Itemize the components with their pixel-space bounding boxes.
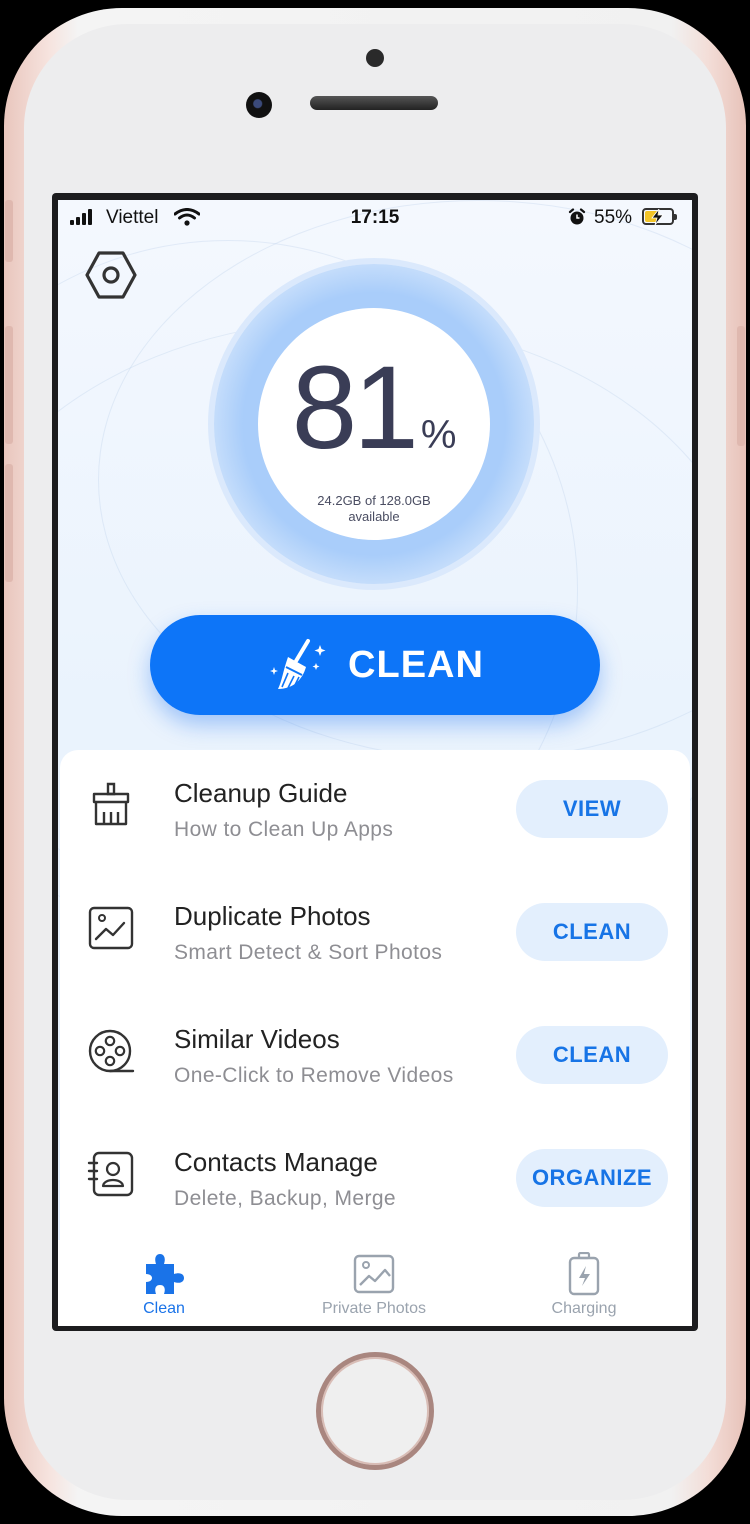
list-item-subtitle: One-Click to Remove Videos [174, 1064, 454, 1087]
contacts-icon [87, 1151, 134, 1197]
list-item-title: Duplicate Photos [174, 901, 371, 931]
tab-private-photos[interactable]: Private Photos [274, 1252, 474, 1318]
proximity-sensor [366, 49, 384, 67]
clean-photos-button[interactable]: CLEAN [516, 903, 668, 961]
list-item-contacts-manage[interactable]: Contacts Manage Delete, Backup, Merge OR… [60, 1119, 690, 1229]
list-item-title: Cleanup Guide [174, 778, 348, 808]
photo-icon [88, 906, 134, 950]
storage-percent-value: 81 [291, 342, 419, 474]
power-button [737, 326, 745, 446]
broom-icon [92, 782, 130, 826]
list-item-subtitle: Smart Detect & Sort Photos [174, 941, 443, 964]
settings-hexagon-icon[interactable] [84, 248, 138, 302]
list-item-cleanup-guide[interactable]: Cleanup Guide How to Clean Up Apps VIEW [60, 750, 690, 860]
tab-label: Clean [143, 1300, 185, 1317]
tab-label: Private Photos [321, 1300, 427, 1317]
tab-label: Charging [551, 1300, 617, 1317]
storage-percentage: 81% [258, 340, 490, 476]
list-item-title: Similar Videos [174, 1024, 340, 1054]
puzzle-icon [146, 1254, 184, 1294]
volume-up-button [5, 326, 13, 444]
view-button[interactable]: VIEW [516, 780, 668, 838]
list-item-similar-videos[interactable]: Similar Videos One-Click to Remove Video… [60, 996, 690, 1106]
battery-charging-icon [568, 1252, 600, 1296]
storage-percent-symbol: % [420, 413, 457, 457]
list-item-subtitle: How to Clean Up Apps [174, 818, 394, 841]
storage-available-line2: available [348, 509, 400, 524]
tab-clean[interactable]: Clean [64, 1252, 264, 1318]
home-button[interactable] [316, 1352, 434, 1470]
mute-switch [5, 200, 13, 262]
charging-bolt-icon [651, 209, 664, 225]
main-clean-button[interactable]: CLEAN [150, 615, 600, 715]
alarm-clock-icon [568, 208, 586, 225]
battery-percentage: 55% [594, 207, 633, 228]
clean-videos-button[interactable]: CLEAN [516, 1026, 668, 1084]
main-clean-label: CLEAN [348, 643, 484, 686]
front-camera [246, 92, 272, 118]
tab-charging[interactable]: Charging [484, 1252, 684, 1318]
bottom-tab-bar: Clean Private Photos Charging [58, 1240, 692, 1326]
storage-available-line1: 24.2GB of 128.0GB [317, 493, 431, 508]
list-item-title: Contacts Manage [174, 1147, 378, 1177]
battery-icon [642, 208, 677, 225]
image-icon [353, 1254, 395, 1294]
app-screen: Viettel 17:15 55% 81% 24.2GB of 128.0GB [58, 200, 692, 1326]
organize-button[interactable]: ORGANIZE [516, 1149, 668, 1207]
list-item-duplicate-photos[interactable]: Duplicate Photos Smart Detect & Sort Pho… [60, 873, 690, 983]
broom-sparkle-icon [270, 639, 326, 689]
film-reel-icon [88, 1029, 135, 1073]
volume-down-button [5, 464, 13, 582]
status-bar: Viettel 17:15 55% [58, 200, 692, 236]
storage-available-text: 24.2GB of 128.0GB available [258, 493, 490, 525]
list-item-subtitle: Delete, Backup, Merge [174, 1187, 397, 1210]
earpiece-speaker [310, 96, 438, 110]
